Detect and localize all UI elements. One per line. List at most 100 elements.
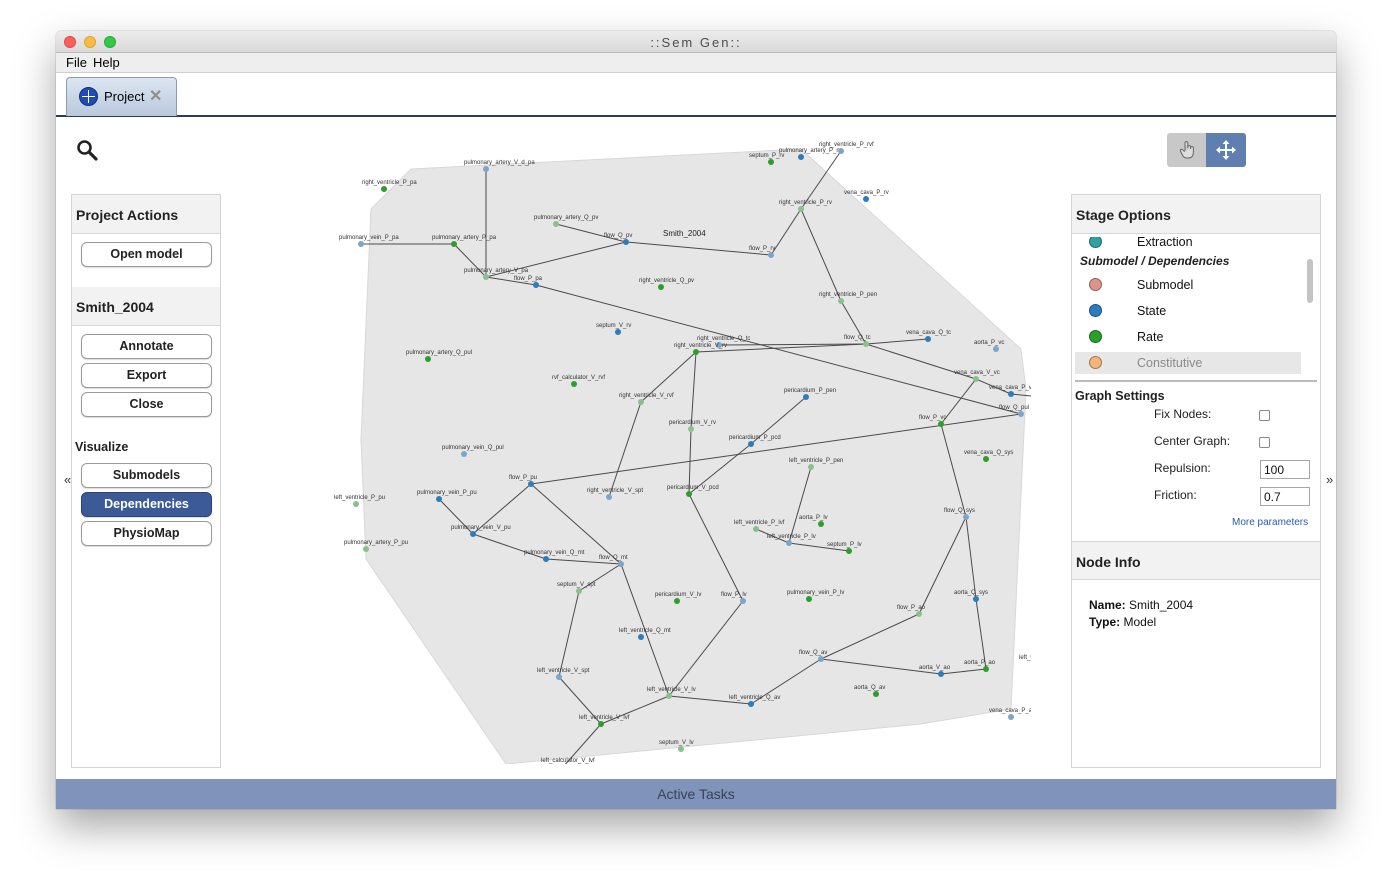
graph-node[interactable] [768, 252, 774, 258]
graph-node[interactable] [363, 546, 369, 552]
graph-node[interactable] [674, 598, 680, 604]
fix-nodes-checkbox[interactable] [1259, 410, 1270, 421]
legend-scrollbar[interactable] [1307, 259, 1313, 303]
legend-item-rate[interactable]: Rate [1075, 326, 1301, 348]
active-tasks-bar[interactable]: Active Tasks [56, 779, 1336, 809]
graph-node[interactable] [863, 196, 869, 202]
graph-node-label: right_ventricle_V_rvf [619, 393, 674, 399]
graph-node[interactable] [818, 521, 824, 527]
submodel-dot-icon [1089, 278, 1102, 291]
graph-node[interactable] [461, 451, 467, 457]
more-parameters-link[interactable]: More parameters [1232, 517, 1308, 528]
search-icon[interactable] [76, 139, 98, 161]
graph-node[interactable] [753, 526, 759, 532]
graph-node[interactable] [993, 346, 999, 352]
physiomap-button[interactable]: PhysioMap [81, 521, 212, 546]
open-model-button[interactable]: Open model [81, 242, 212, 267]
tab-close-icon[interactable]: ✕ [149, 86, 162, 106]
graph-node[interactable] [768, 159, 774, 165]
graph-node[interactable] [1018, 411, 1024, 417]
graph-node[interactable] [678, 746, 684, 752]
legend-item-state[interactable]: State [1075, 300, 1301, 322]
graph-node[interactable] [748, 441, 754, 447]
graph-node[interactable] [686, 491, 692, 497]
legend-item-submodel[interactable]: Submodel [1075, 274, 1301, 296]
graph-node[interactable] [938, 421, 944, 427]
graph-node[interactable] [838, 148, 844, 154]
graph-node[interactable] [666, 693, 672, 699]
legend-item-extraction[interactable]: Extraction [1075, 237, 1301, 253]
graph-node[interactable] [381, 186, 387, 192]
menu-file[interactable]: File [66, 55, 87, 70]
graph-node[interactable] [470, 531, 476, 537]
graph-node[interactable] [798, 154, 804, 160]
graph-node[interactable] [808, 464, 814, 470]
menu-help[interactable]: Help [93, 55, 120, 70]
graph-node[interactable] [553, 221, 559, 227]
graph-node[interactable] [638, 399, 644, 405]
graph-node[interactable] [983, 666, 989, 672]
graph-node[interactable] [658, 284, 664, 290]
graph-node[interactable] [623, 239, 629, 245]
legend-item-constitutive[interactable]: Constitutive [1075, 352, 1301, 374]
pointer-mode-button[interactable] [1167, 133, 1207, 167]
graph-node-label: aorta_V_ao [919, 665, 951, 671]
graph-node-label: left_ventricle_P_lvf [734, 520, 785, 526]
graph-node[interactable] [543, 556, 549, 562]
graph-node[interactable] [436, 496, 442, 502]
graph-node[interactable] [528, 481, 534, 487]
graph-node[interactable] [786, 540, 792, 546]
graph-node[interactable] [938, 671, 944, 677]
graph-node[interactable] [983, 456, 989, 462]
graph-node[interactable] [606, 494, 612, 500]
graph-node[interactable] [973, 596, 979, 602]
graph-node[interactable] [873, 691, 879, 697]
dependencies-button[interactable]: Dependencies [81, 492, 212, 517]
center-graph-checkbox[interactable] [1259, 437, 1270, 448]
tab-project[interactable]: Project ✕ [66, 77, 177, 116]
graph-node[interactable] [803, 394, 809, 400]
graph-node[interactable] [740, 598, 746, 604]
graph-node[interactable] [818, 656, 824, 662]
graph-node[interactable] [798, 206, 804, 212]
graph-node[interactable] [598, 721, 604, 727]
collapse-right-panel-icon[interactable]: » [1326, 472, 1333, 487]
graph-node[interactable] [483, 274, 489, 280]
graph-node[interactable] [358, 241, 364, 247]
graph-node-label: pulmonary_vein_Q_mt [524, 550, 585, 556]
graph-node[interactable] [863, 341, 869, 347]
rate-dot-icon [1089, 330, 1102, 343]
close-button[interactable]: Close [81, 392, 212, 417]
graph-node[interactable] [571, 381, 577, 387]
friction-input[interactable]: 0.7 [1260, 487, 1310, 506]
annotate-button[interactable]: Annotate [81, 334, 212, 359]
graph-node[interactable] [846, 548, 852, 554]
graph-node[interactable] [451, 241, 457, 247]
graph-node[interactable] [838, 298, 844, 304]
graph-node[interactable] [973, 376, 979, 382]
export-button[interactable]: Export [81, 363, 212, 388]
graph-node[interactable] [556, 674, 562, 680]
graph-node[interactable] [688, 426, 694, 432]
graph-node[interactable] [693, 349, 699, 355]
graph-node[interactable] [615, 329, 621, 335]
graph-node[interactable] [806, 596, 812, 602]
graph-node[interactable] [618, 561, 624, 567]
graph-node[interactable] [483, 166, 489, 172]
graph-node[interactable] [353, 501, 359, 507]
move-mode-button[interactable] [1206, 133, 1246, 167]
graph-node-label: pulmonary_vein_V_pu [451, 525, 511, 531]
legend-label: Extraction [1137, 237, 1193, 249]
graph-node[interactable] [533, 282, 539, 288]
graph-node[interactable] [1008, 391, 1014, 397]
graph-node[interactable] [576, 588, 582, 594]
graph-node[interactable] [963, 514, 969, 520]
graph-node[interactable] [748, 701, 754, 707]
graph-node[interactable] [638, 634, 644, 640]
graph-node[interactable] [425, 356, 431, 362]
repulsion-input[interactable]: 100 [1260, 460, 1310, 479]
graph-node[interactable] [916, 611, 922, 617]
submodels-button[interactable]: Submodels [81, 463, 212, 488]
graph-node[interactable] [1008, 714, 1014, 720]
graph-node[interactable] [925, 336, 931, 342]
